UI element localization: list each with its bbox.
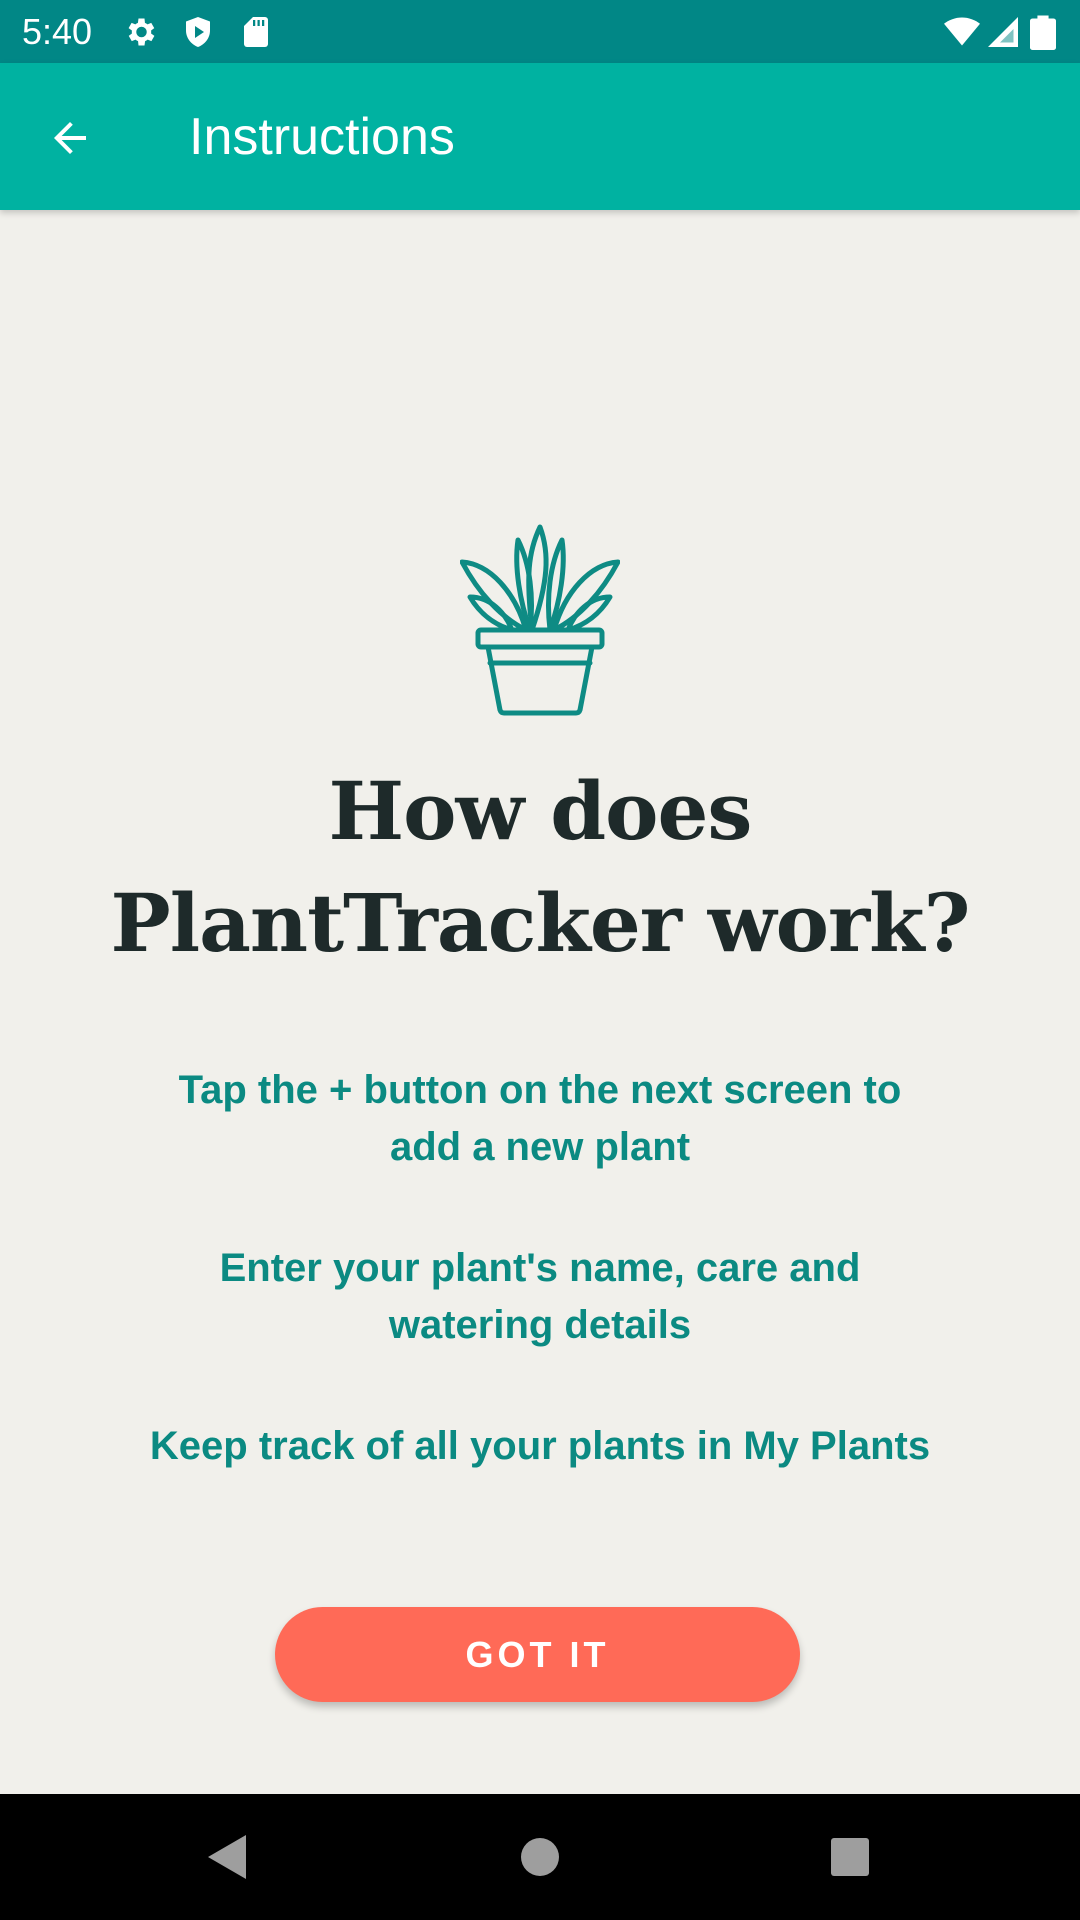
potted-plant-icon xyxy=(460,522,620,717)
shield-play-icon xyxy=(180,14,216,50)
battery-icon xyxy=(1030,14,1056,50)
app-bar: Instructions xyxy=(0,63,1080,210)
instruction-enter-details: Enter your plant's name, care and wateri… xyxy=(219,1246,861,1347)
cell-signal-icon xyxy=(985,14,1021,50)
instruction-track-plants: Keep track of all your plants in My Plan… xyxy=(149,1424,931,1468)
home-circle-icon xyxy=(504,1821,576,1893)
instruction-add-plant: Tap the + button on the next screen to a… xyxy=(178,1068,902,1169)
status-time: 5:40 xyxy=(22,11,93,52)
nav-recents-button[interactable] xyxy=(814,1821,886,1893)
navigation-bar xyxy=(0,1794,1080,1920)
nav-back-button[interactable] xyxy=(190,1821,262,1893)
gear-icon xyxy=(122,14,158,50)
wifi-icon xyxy=(944,14,980,50)
back-button[interactable] xyxy=(28,96,112,180)
instructions-screen: 5:40 Instructions How does PlantTracker … xyxy=(0,0,1080,1920)
recents-square-icon xyxy=(814,1821,886,1893)
nav-home-button[interactable] xyxy=(504,1821,576,1893)
back-triangle-icon xyxy=(190,1821,262,1893)
got-it-button[interactable]: GOT IT xyxy=(275,1607,800,1702)
status-bar: 5:40 xyxy=(0,0,1080,63)
headline: How does PlantTracker work? xyxy=(110,764,971,970)
arrow-back-icon xyxy=(46,114,94,162)
sd-card-icon xyxy=(238,14,274,50)
page-title: Instructions xyxy=(189,108,455,166)
got-it-label: GOT IT xyxy=(465,1633,610,1675)
